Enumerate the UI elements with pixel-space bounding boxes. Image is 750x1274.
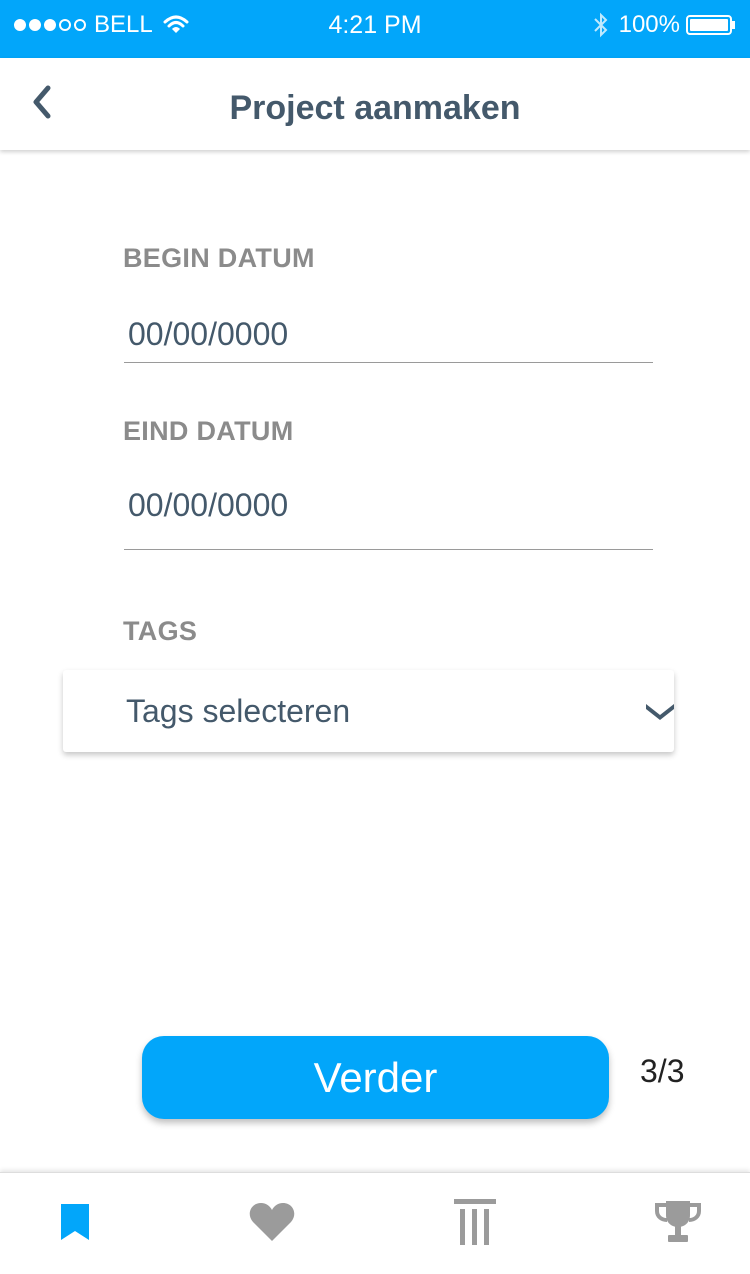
tab-bookmark[interactable]	[25, 1173, 125, 1274]
tags-dropdown-value: Tags selecteren	[126, 693, 351, 729]
tab-archive[interactable]	[425, 1173, 525, 1274]
step-indicator: 3/3	[640, 1053, 685, 1089]
battery-label: 100%	[618, 11, 680, 38]
status-bar: BELL 4:21 PM 100%	[0, 0, 750, 58]
status-right: 100%	[593, 0, 736, 50]
pillar-icon	[454, 1198, 496, 1250]
chevron-down-icon	[643, 700, 677, 722]
next-button[interactable]: Verder	[142, 1036, 609, 1119]
battery-icon	[686, 14, 736, 36]
tab-favorites[interactable]	[222, 1173, 322, 1274]
page-title: Project aanmaken	[229, 89, 521, 127]
end-date-input[interactable]	[124, 462, 653, 550]
begin-date-label: BEGIN DATUM	[123, 243, 315, 273]
tags-label: TAGS	[123, 616, 198, 646]
end-date-label: EIND DATUM	[123, 416, 294, 446]
tags-dropdown[interactable]: Tags selecteren	[63, 670, 674, 752]
trophy-icon	[654, 1199, 702, 1250]
bookmark-icon	[59, 1202, 91, 1247]
tab-bar	[0, 1172, 750, 1274]
nav-header: Project aanmaken	[0, 58, 750, 150]
heart-icon	[248, 1201, 296, 1248]
bluetooth-icon	[593, 12, 609, 38]
begin-date-input[interactable]	[124, 307, 653, 363]
tab-achievements[interactable]	[628, 1173, 728, 1274]
